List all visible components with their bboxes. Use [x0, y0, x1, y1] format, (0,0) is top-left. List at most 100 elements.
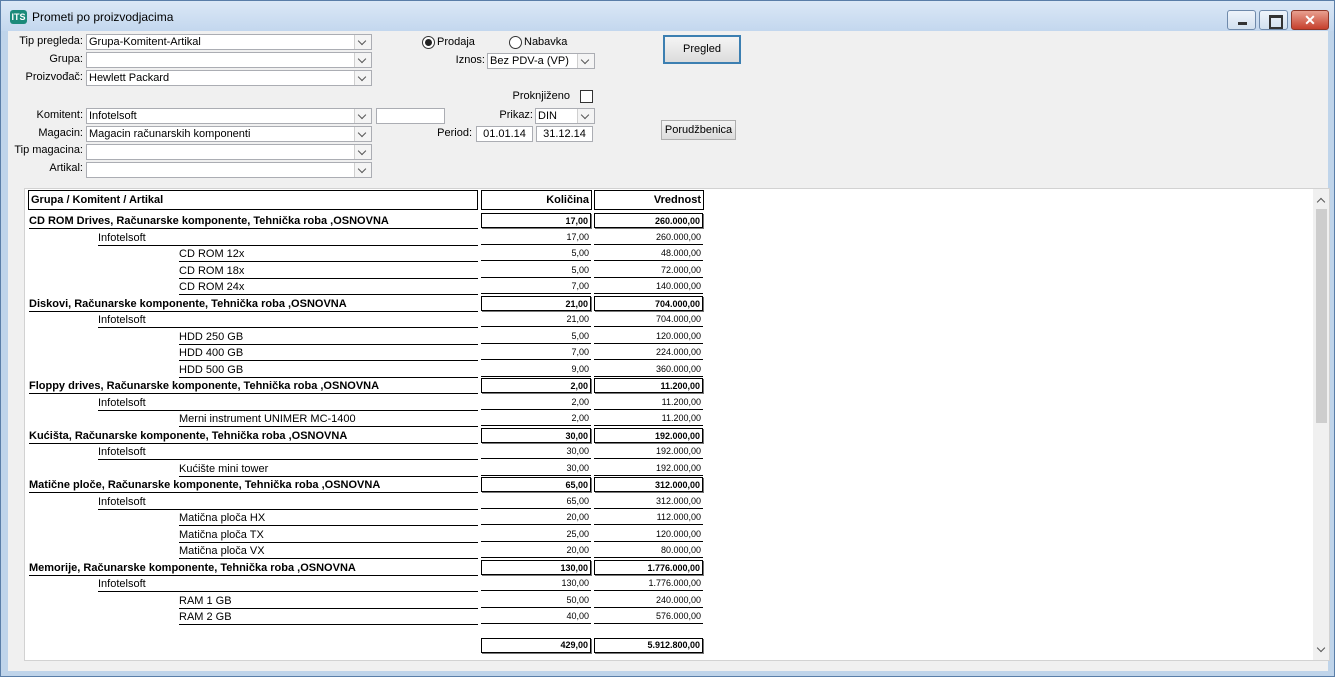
minimize-button[interactable]	[1227, 10, 1256, 30]
maximize-button[interactable]	[1259, 10, 1288, 30]
row-qty: 21,00	[481, 295, 591, 311]
grupa-select[interactable]	[86, 52, 372, 68]
group-row: Matične ploče, Računarske komponente, Te…	[25, 477, 1315, 493]
total-qty: 429,00	[481, 638, 591, 653]
proknjizeno-label: Proknjiženo	[512, 90, 570, 102]
row-value: 192.000,00	[594, 427, 703, 443]
period-to-input[interactable]: 31.12.14	[536, 126, 593, 142]
client-row: Infotelsoft 30,00 192.000,00	[25, 444, 1315, 460]
iznos-label: Iznos:	[455, 54, 485, 66]
prikaz-value: DIN	[538, 110, 557, 122]
row-qty: 30,00	[481, 427, 591, 443]
row-qty: 9,00	[481, 362, 591, 377]
row-qty: 5,00	[481, 246, 591, 261]
scroll-down-icon[interactable]	[1313, 641, 1329, 658]
row-value: 112.000,00	[594, 510, 703, 525]
radio-nabavka[interactable]	[509, 36, 522, 49]
proknjizeno-checkbox[interactable]	[580, 90, 593, 103]
row-value: 704.000,00	[594, 312, 703, 327]
chevron-down-icon[interactable]	[354, 71, 371, 85]
artikal-select[interactable]	[86, 162, 372, 178]
group-row: Kućišta, Računarske komponente, Tehnička…	[25, 427, 1315, 444]
row-value: 260.000,00	[594, 230, 703, 245]
row-name: Kućišta, Računarske komponente, Tehnička…	[29, 429, 348, 442]
chevron-down-icon[interactable]	[354, 109, 371, 123]
row-name: Infotelsoft	[98, 396, 146, 409]
row-value: 192.000,00	[594, 444, 703, 459]
row-value: 260.000,00	[594, 213, 703, 228]
row-qty: 130,00	[481, 576, 591, 591]
scroll-thumb[interactable]	[1316, 209, 1327, 423]
row-name: RAM 2 GB	[179, 611, 232, 623]
row-value: 224.000,00	[594, 345, 703, 360]
client-row: Infotelsoft 65,00 312.000,00	[25, 494, 1315, 510]
chevron-down-icon[interactable]	[354, 127, 371, 141]
row-value: 360.000,00	[594, 362, 703, 377]
row-qty: 7,00	[481, 279, 591, 294]
row-name: CD ROM 18x	[179, 264, 245, 277]
row-value: 1.776.000,00	[594, 576, 703, 591]
row-qty: 20,00	[481, 510, 591, 525]
period-from-input[interactable]: 01.01.14	[476, 126, 533, 142]
porudzbenica-button[interactable]: Porudžbenica	[661, 120, 736, 140]
row-qty: 21,00	[481, 312, 591, 327]
row-underline	[179, 624, 478, 625]
client-row: Infotelsoft 17,00 260.000,00	[25, 230, 1315, 246]
row-name: HDD 400 GB	[179, 347, 244, 359]
radio-prodaja[interactable]	[422, 36, 435, 49]
magacin-label: Magacin:	[38, 127, 83, 139]
client-row: Infotelsoft 21,00 704.000,00	[25, 312, 1315, 328]
chevron-down-icon[interactable]	[577, 54, 594, 68]
row-value: 11.200,00	[594, 411, 703, 426]
item-row: CD ROM 24x 7,00 140.000,00	[25, 279, 1315, 295]
header-value: Vrednost	[594, 190, 704, 210]
row-name: Matična ploča VX	[179, 545, 265, 557]
close-button[interactable]: ✕	[1291, 10, 1329, 30]
row-qty: 2,00	[481, 395, 591, 410]
row-name: HDD 500 GB	[179, 363, 244, 376]
item-row: RAM 1 GB 50,00 240.000,00	[25, 593, 1315, 609]
row-value: 140.000,00	[594, 279, 703, 294]
form-client-area: Tip pregleda: Grupa-Komitent-Artikal Gru…	[8, 31, 1330, 671]
chevron-down-icon[interactable]	[354, 35, 371, 49]
scroll-up-icon[interactable]	[1313, 191, 1329, 208]
group-row: Diskovi, Računarske komponente, Tehnička…	[25, 295, 1315, 312]
chevron-down-icon[interactable]	[577, 109, 594, 123]
row-name: Merni instrument UNIMER MC-1400	[179, 413, 356, 425]
app-window: ITS Prometi po proizvodjacima ✕ Tip preg…	[0, 0, 1335, 677]
row-value: 1.776.000,00	[594, 559, 703, 575]
iznos-select[interactable]: Bez PDV-a (VP)	[487, 53, 595, 69]
magacin-select[interactable]: Magacin računarskih komponenti	[86, 126, 372, 142]
proizvodjac-select[interactable]: Hewlett Packard	[86, 70, 372, 86]
tip-pregleda-select[interactable]: Grupa-Komitent-Artikal	[86, 34, 372, 50]
row-value: 120.000,00	[594, 527, 703, 542]
chevron-down-icon[interactable]	[354, 53, 371, 67]
prikaz-select[interactable]: DIN	[535, 108, 595, 124]
row-name: RAM 1 GB	[179, 594, 232, 607]
total-value: 5.912.800,00	[594, 638, 703, 653]
row-qty: 130,00	[481, 559, 591, 575]
chevron-down-icon[interactable]	[354, 145, 371, 159]
tip-pregleda-label: Tip pregleda:	[19, 35, 83, 47]
row-name: Infotelsoft	[98, 578, 146, 590]
tip-magacina-select[interactable]	[86, 144, 372, 160]
client-row: Infotelsoft 2,00 11.200,00	[25, 395, 1315, 411]
item-row: Kućište mini tower 30,00 192.000,00	[25, 461, 1315, 477]
row-value: 240.000,00	[594, 593, 703, 608]
row-qty: 5,00	[481, 263, 591, 278]
tip-pregleda-value: Grupa-Komitent-Artikal	[89, 36, 201, 48]
pregled-button[interactable]: Pregled	[663, 35, 741, 64]
row-value: 72.000,00	[594, 263, 703, 278]
vertical-scrollbar[interactable]	[1313, 189, 1329, 660]
item-row: Matična ploča TX 25,00 120.000,00	[25, 527, 1315, 543]
komitent-code-input[interactable]	[376, 108, 445, 124]
client-row: Infotelsoft 130,00 1.776.000,00	[25, 576, 1315, 592]
proizvodjac-value: Hewlett Packard	[89, 72, 170, 84]
komitent-select[interactable]: Infotelsoft	[86, 108, 372, 124]
row-qty: 7,00	[481, 345, 591, 360]
row-value: 48.000,00	[594, 246, 703, 261]
item-row: HDD 250 GB 5,00 120.000,00	[25, 329, 1315, 345]
chevron-down-icon[interactable]	[354, 163, 371, 177]
row-value: 576.000,00	[594, 609, 703, 624]
row-value: 312.000,00	[594, 477, 703, 492]
